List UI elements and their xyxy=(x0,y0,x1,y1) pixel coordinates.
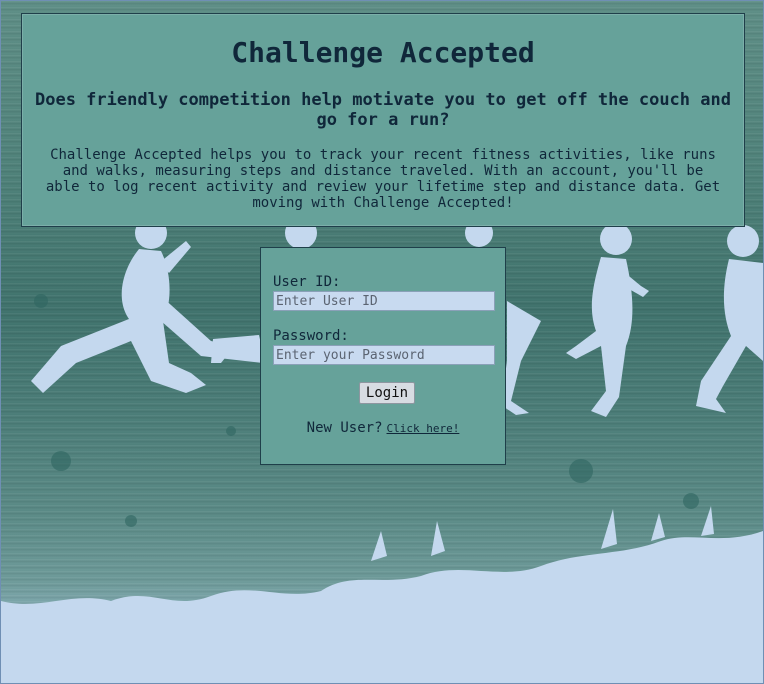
intro-question: Does friendly competition help motivate … xyxy=(35,90,731,130)
runner-1 xyxy=(31,217,263,393)
password-label: Password: xyxy=(273,328,349,344)
runner-5 xyxy=(696,225,763,413)
intro-panel: Challenge Accepted Does friendly competi… xyxy=(21,13,745,227)
new-user-row: New User? Click here! xyxy=(261,420,505,436)
password-input[interactable] xyxy=(273,345,495,365)
login-button[interactable]: Login xyxy=(359,382,415,404)
intro-description: Challenge Accepted helps you to track yo… xyxy=(45,147,721,211)
click-here-link[interactable]: Click here! xyxy=(387,422,460,435)
new-user-text: New User? xyxy=(306,420,383,436)
user-id-input[interactable] xyxy=(273,291,495,311)
runner-4 xyxy=(566,223,649,417)
user-id-label: User ID: xyxy=(273,274,341,290)
login-panel: User ID: Password: Login New User? Click … xyxy=(260,247,506,465)
page-title: Challenge Accepted xyxy=(231,36,535,69)
